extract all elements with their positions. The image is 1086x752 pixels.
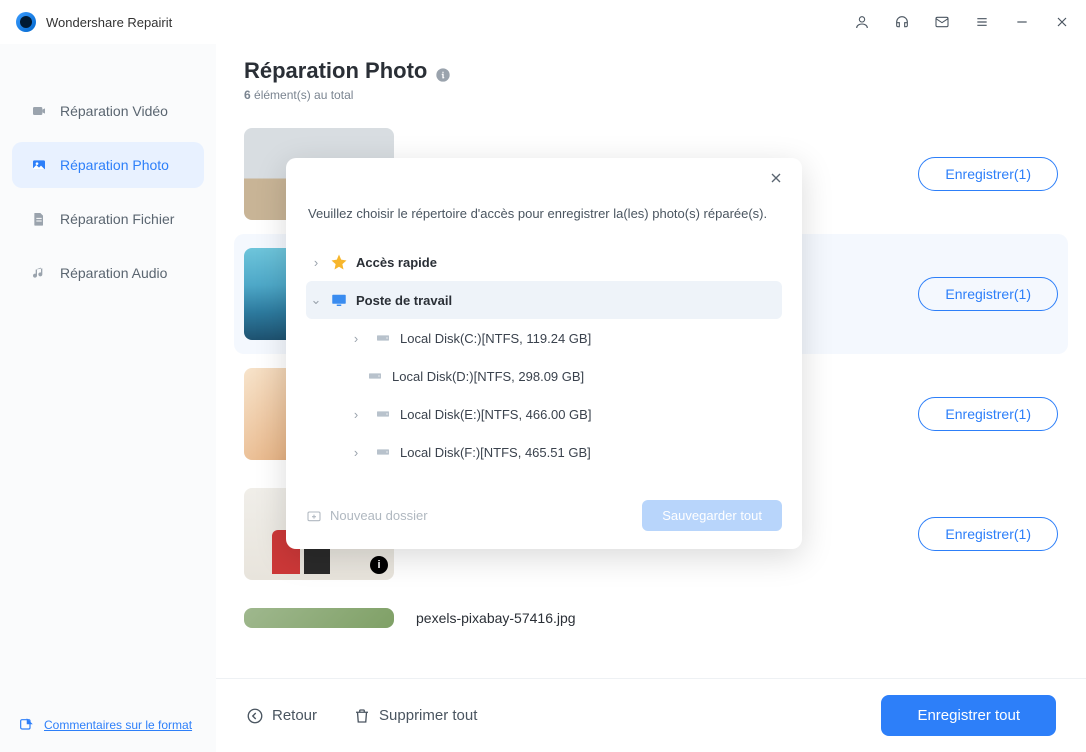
tree-label: Local Disk(F:)[NTFS, 465.51 GB] (400, 445, 591, 460)
titlebar-actions (854, 14, 1070, 30)
back-label: Retour (272, 707, 317, 724)
tree-label: Accès rapide (356, 255, 437, 270)
user-icon[interactable] (854, 14, 870, 30)
filename: pexels-pixabay-57416.jpg (416, 610, 1058, 626)
save-item-button[interactable]: Enregistrer(1) (918, 517, 1058, 551)
titlebar: Wondershare Repairit (0, 0, 1086, 44)
feedback-label: Commentaires sur le format (44, 717, 192, 734)
sidebar-item-label: Réparation Photo (60, 157, 169, 173)
sidebar-item-label: Réparation Audio (60, 265, 167, 281)
save-item-button[interactable]: Enregistrer(1) (918, 277, 1058, 311)
photo-icon (30, 156, 48, 174)
tree-disk-e[interactable]: › Local Disk(E:)[NTFS, 466.00 GB] (306, 395, 782, 433)
spacer (0, 300, 216, 703)
disk-icon (374, 443, 392, 461)
disk-icon (374, 405, 392, 423)
page-title-text: Réparation Photo (244, 58, 427, 84)
monitor-icon (330, 291, 348, 309)
close-icon[interactable] (1054, 14, 1070, 30)
sidebar: Réparation Vidéo Réparation Photo Répara… (0, 44, 216, 752)
tree-label: Local Disk(D:)[NTFS, 298.09 GB] (392, 369, 584, 384)
titlebar-left: Wondershare Repairit (16, 12, 172, 32)
save-location-modal: Veuillez choisir le répertoire d'accès p… (286, 158, 802, 549)
thumbnail[interactable] (244, 608, 394, 628)
subtitle: 6 élément(s) au total (244, 88, 1058, 102)
thumb-badge: i (370, 556, 388, 574)
menu-icon[interactable] (974, 14, 990, 30)
chevron-right-icon: › (310, 255, 322, 270)
save-all-button[interactable]: Enregistrer tout (881, 695, 1056, 736)
list-item[interactable]: pexels-pixabay-57416.jpg (242, 594, 1060, 642)
tree-quick-access[interactable]: › Accès rapide (306, 243, 782, 281)
tree-disk-d[interactable]: Local Disk(D:)[NTFS, 298.09 GB] (306, 357, 782, 395)
chevron-right-icon: › (350, 445, 362, 460)
folder-tree: › Accès rapide ⌄ Poste de travail › Loca… (306, 243, 782, 471)
sidebar-item-label: Réparation Vidéo (60, 103, 168, 119)
tree-disk-c[interactable]: › Local Disk(C:)[NTFS, 119.24 GB] (306, 319, 782, 357)
audio-icon (30, 264, 48, 282)
tree-disk-f[interactable]: › Local Disk(F:)[NTFS, 465.51 GB] (306, 433, 782, 471)
headset-icon[interactable] (894, 14, 910, 30)
sidebar-item-audio[interactable]: Réparation Audio (12, 250, 204, 296)
delete-all-label: Supprimer tout (379, 707, 477, 724)
chevron-right-icon: › (350, 407, 362, 422)
modal-body: Veuillez choisir le répertoire d'accès p… (286, 158, 802, 485)
star-icon (330, 253, 348, 271)
feedback-icon (18, 717, 34, 738)
trash-icon (353, 707, 371, 725)
new-folder-label: Nouveau dossier (330, 508, 428, 523)
file-icon (30, 210, 48, 228)
tree-this-pc[interactable]: ⌄ Poste de travail (306, 281, 782, 319)
sidebar-item-video[interactable]: Réparation Vidéo (12, 88, 204, 134)
content-header: Réparation Photo 6 élément(s) au total (216, 44, 1086, 110)
disk-icon (374, 329, 392, 347)
footer-left: Retour Supprimer tout (246, 707, 477, 725)
chevron-right-icon: › (350, 331, 362, 346)
sidebar-item-label: Réparation Fichier (60, 211, 174, 227)
save-item-button[interactable]: Enregistrer(1) (918, 397, 1058, 431)
modal-save-button[interactable]: Sauvegarder tout (642, 500, 782, 531)
modal-footer: Nouveau dossier Sauvegarder tout (286, 485, 802, 549)
item-count: 6 (244, 88, 251, 102)
count-suffix: élément(s) au total (251, 88, 354, 102)
sidebar-item-photo[interactable]: Réparation Photo (12, 142, 204, 188)
minimize-icon[interactable] (1014, 14, 1030, 30)
mail-icon[interactable] (934, 14, 950, 30)
disk-icon (366, 367, 384, 385)
tree-label: Local Disk(E:)[NTFS, 466.00 GB] (400, 407, 591, 422)
new-folder-button[interactable]: Nouveau dossier (306, 508, 428, 524)
save-item-button[interactable]: Enregistrer(1) (918, 157, 1058, 191)
video-icon (30, 102, 48, 120)
info-icon[interactable] (435, 63, 451, 79)
tree-label: Poste de travail (356, 293, 452, 308)
tree-label: Local Disk(C:)[NTFS, 119.24 GB] (400, 331, 591, 346)
back-arrow-icon (246, 707, 264, 725)
app-logo-icon (16, 12, 36, 32)
modal-close-button[interactable] (768, 170, 788, 190)
page-title: Réparation Photo (244, 58, 1058, 84)
delete-all-button[interactable]: Supprimer tout (353, 707, 477, 725)
chevron-down-icon: ⌄ (310, 292, 322, 308)
app-title: Wondershare Repairit (46, 15, 172, 30)
modal-prompt: Veuillez choisir le répertoire d'accès p… (306, 206, 782, 221)
item-info: pexels-pixabay-57416.jpg (416, 610, 1058, 626)
new-folder-icon (306, 508, 322, 524)
footer: Retour Supprimer tout Enregistrer tout (216, 678, 1086, 752)
feedback-link[interactable]: Commentaires sur le format (0, 703, 216, 752)
back-button[interactable]: Retour (246, 707, 317, 725)
sidebar-item-file[interactable]: Réparation Fichier (12, 196, 204, 242)
